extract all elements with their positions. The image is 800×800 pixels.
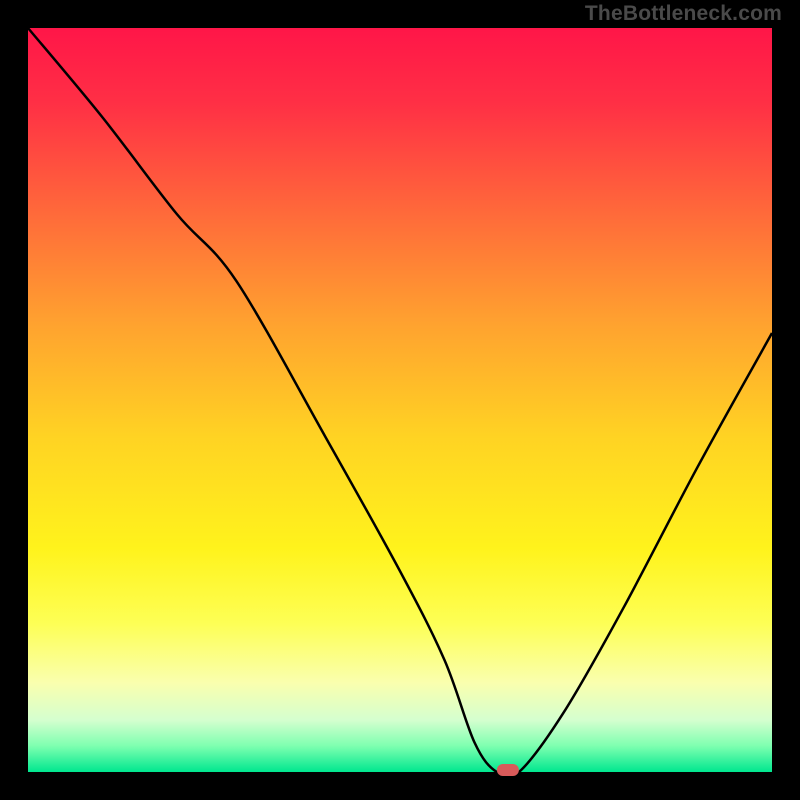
plot-background (28, 28, 772, 772)
chart-frame: TheBottleneck.com (0, 0, 800, 800)
bottleneck-chart (0, 0, 800, 800)
watermark-text: TheBottleneck.com (585, 2, 782, 26)
optimal-marker (497, 764, 519, 776)
